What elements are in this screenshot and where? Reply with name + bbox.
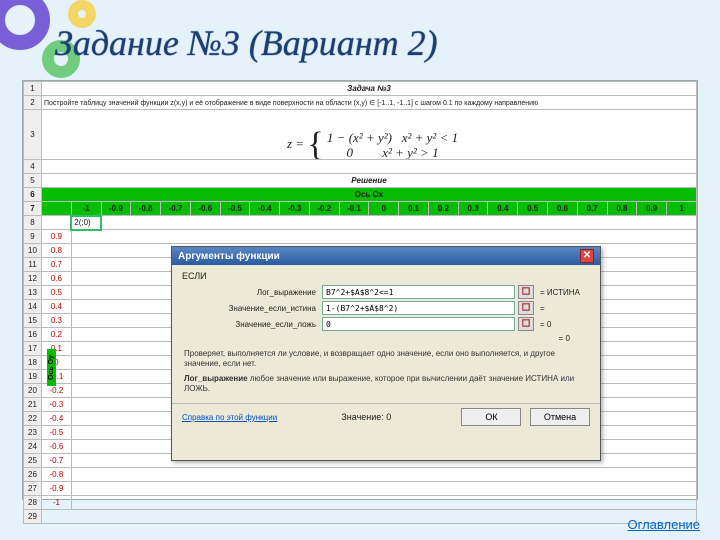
input-logical-test[interactable] — [322, 285, 515, 299]
range-select-icon — [522, 319, 530, 329]
function-arguments-dialog: Аргументы функции ✕ ЕСЛИ Лог_выражение =… — [171, 246, 601, 461]
collapse-dialog-button[interactable] — [518, 301, 534, 315]
range-select-icon — [522, 287, 530, 297]
function-description: Проверяет, выполняется ли условие, и воз… — [184, 349, 588, 368]
help-link[interactable]: Справка по этой функции — [182, 413, 277, 422]
col-headers-row: 7 -1-0.9-0.8-0.7-0.6-0.5-0.4-0.3-0.2-0.1… — [24, 202, 697, 216]
spreadsheet-area: 1 Задача №3 2 Постройте таблицу значений… — [22, 80, 698, 500]
formula-cell: z = { 1 − (x² + y²) x² + y² < 1 0 x² + y… — [42, 110, 697, 160]
row-header: 1 — [24, 82, 42, 96]
page-title: Задание №3 (Вариант 2) — [55, 22, 438, 64]
toc-link[interactable]: Оглавление — [628, 517, 700, 532]
value-label: Значение: 0 — [341, 412, 391, 422]
label-value-if-true: Значение_если_истина — [182, 304, 322, 313]
ok-button[interactable]: ОК — [461, 408, 521, 426]
preview-test: = ИСТИНА — [540, 288, 590, 297]
cancel-button[interactable]: Отмена — [530, 408, 590, 426]
preview-else: = 0 — [540, 320, 590, 329]
close-icon: ✕ — [583, 250, 591, 261]
collapse-dialog-button[interactable] — [518, 285, 534, 299]
active-cell[interactable]: 2(;0) — [71, 216, 101, 230]
collapse-dialog-button[interactable] — [518, 317, 534, 331]
formula-result: = 0 — [182, 334, 570, 343]
solution-header: Решение — [42, 174, 697, 188]
label-value-if-false: Значение_если_ложь — [182, 320, 322, 329]
range-select-icon — [522, 303, 530, 313]
argument-description: Лог_выражение любое значение или выражен… — [184, 374, 588, 393]
dialog-title: Аргументы функции — [178, 251, 280, 262]
formula: z = { 1 − (x² + y²) x² + y² < 1 0 x² + y… — [287, 130, 458, 160]
axis-ox-label: Ось Ox — [42, 188, 697, 202]
close-button[interactable]: ✕ — [580, 249, 594, 263]
preview-then: = — [540, 304, 590, 313]
label-logical-test: Лог_выражение — [182, 288, 322, 297]
dialog-titlebar[interactable]: Аргументы функции ✕ — [172, 247, 600, 265]
axis-oy-label: Ось Oy — [47, 349, 56, 386]
problem-title: Задача №3 — [42, 82, 697, 96]
input-value-if-true[interactable] — [322, 301, 515, 315]
decor-circle — [0, 0, 50, 50]
input-value-if-false[interactable] — [322, 317, 515, 331]
problem-text: Постройте таблицу значений функции z(x,y… — [42, 96, 697, 110]
function-name: ЕСЛИ — [182, 271, 590, 281]
